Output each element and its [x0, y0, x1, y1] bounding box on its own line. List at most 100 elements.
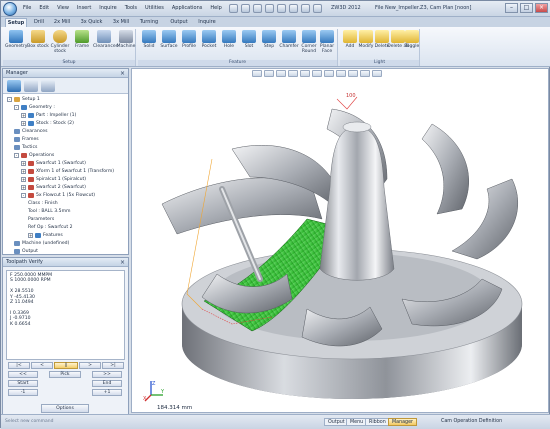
status-tab-output[interactable]: Output — [324, 418, 349, 426]
expand-icon[interactable]: + — [21, 168, 26, 174]
menu-edit[interactable]: Edit — [39, 5, 49, 11]
tree-item[interactable]: Frames — [14, 135, 39, 143]
tree-item[interactable]: Ref Op : Swarfcut 2 — [28, 223, 73, 231]
plus-one-button[interactable]: +1 — [92, 389, 122, 396]
tree-item[interactable]: Machine (undefined) — [14, 239, 69, 247]
hole-button[interactable]: Hole — [218, 30, 240, 58]
minus-one-button[interactable]: -1 — [8, 389, 38, 396]
toggle-button[interactable]: Toggle — [401, 30, 423, 58]
status-tab-ribbon[interactable]: Ribbon — [365, 418, 390, 426]
tree-item[interactable]: - 5x Flowcut 1 (5x Flowcut) — [21, 191, 95, 199]
tree-item[interactable]: Output — [14, 247, 38, 254]
start-button[interactable]: Start — [8, 380, 38, 387]
geometry-button[interactable]: Geometry — [5, 30, 27, 58]
tree-item[interactable]: Clearances — [14, 127, 48, 135]
new-file-icon[interactable] — [229, 4, 238, 13]
tab-output[interactable]: Output — [167, 18, 191, 27]
collapse-icon[interactable]: - — [21, 192, 26, 198]
exit-icon[interactable] — [313, 4, 322, 13]
chamfer-button[interactable]: Chamfer — [278, 30, 300, 58]
close-pane-icon[interactable]: × — [120, 69, 125, 78]
expand-icon[interactable]: + — [21, 184, 26, 190]
machine-button[interactable]: Machine — [115, 30, 137, 58]
open-file-icon[interactable] — [241, 4, 250, 13]
pick-button[interactable]: Pick — [49, 371, 81, 378]
status-tab-manager[interactable]: Manager — [388, 418, 418, 426]
profile-button[interactable]: Profile — [178, 30, 200, 58]
tree-item[interactable]: + Swarfcut 2 (Swarfcut) — [21, 183, 86, 191]
tree-item[interactable]: + Features — [28, 231, 63, 239]
solid-button[interactable]: Solid — [138, 30, 160, 58]
menu-inquire[interactable]: Inquire — [99, 5, 116, 11]
redo-icon[interactable] — [277, 4, 286, 13]
menu-utilities[interactable]: Utilities — [145, 5, 164, 11]
box-stock-button[interactable]: Box stock — [27, 30, 49, 58]
assembly-manager-icon[interactable] — [24, 80, 38, 92]
tree-item[interactable]: Tool : BALL 3.5mm — [28, 207, 71, 215]
expand-icon[interactable]: + — [21, 176, 26, 182]
close-button[interactable]: × — [535, 3, 548, 13]
tab-drill[interactable]: Drill — [29, 18, 49, 27]
end-button[interactable]: End — [92, 380, 122, 387]
expand-icon[interactable]: + — [21, 120, 26, 126]
tree-item[interactable]: Tactics — [14, 143, 37, 151]
expand-icon[interactable]: + — [21, 112, 26, 118]
tab-3x-quick[interactable]: 3x Quick — [78, 18, 105, 27]
tree-item[interactable]: + Part : Impeller (1) — [21, 111, 76, 119]
tree-item[interactable]: - Setup 1 — [7, 95, 40, 103]
close-verify-icon[interactable]: × — [120, 258, 125, 267]
tab-2x-mill[interactable]: 2x Mill — [51, 18, 73, 27]
last-step-button[interactable]: >| — [102, 362, 124, 369]
frame-button[interactable]: Frame — [71, 30, 93, 58]
step-button[interactable]: Step — [258, 30, 280, 58]
first-step-button[interactable]: |< — [8, 362, 30, 369]
settings-icon[interactable] — [289, 4, 298, 13]
menu-help[interactable]: Help — [210, 5, 221, 11]
expand-icon[interactable]: + — [28, 232, 33, 238]
status-tab-menu[interactable]: Menu — [346, 418, 368, 426]
slot-button[interactable]: Slot — [238, 30, 260, 58]
expand-icon[interactable]: + — [21, 160, 26, 166]
minimize-button[interactable]: – — [505, 3, 518, 13]
collapse-icon[interactable]: - — [7, 96, 12, 102]
pocket-button[interactable]: Pocket — [198, 30, 220, 58]
tree-item[interactable]: + Xform 1 of Swarfcut 1 (Transform) — [21, 167, 114, 175]
tab-3x-mill[interactable]: 3x Mill — [109, 18, 133, 27]
cam-manager-icon[interactable] — [41, 80, 55, 92]
tree-item[interactable]: Parameters — [28, 215, 54, 223]
step-back-button[interactable]: << — [8, 371, 38, 378]
planar-face-button[interactable]: Planar Face — [316, 30, 338, 58]
menu-view[interactable]: View — [57, 5, 69, 11]
cylinder-stock-button[interactable]: Cylinder stock — [49, 30, 71, 58]
surface-button[interactable]: Surface — [158, 30, 180, 58]
help-icon[interactable] — [301, 4, 310, 13]
tree-item[interactable]: + Stock : Stock (2) — [21, 119, 74, 127]
save-icon[interactable] — [253, 4, 262, 13]
options-button[interactable]: Options — [41, 404, 89, 413]
app-menu-button[interactable] — [3, 2, 17, 16]
tab-inquire[interactable]: Inquire — [195, 18, 219, 27]
tree-item[interactable]: + Swarfcut 1 (Swarfcut) — [21, 159, 86, 167]
menu-applications[interactable]: Applications — [172, 5, 203, 11]
menu-file[interactable]: File — [23, 5, 31, 11]
pause-button[interactable]: || — [54, 362, 78, 369]
menu-tools[interactable]: Tools — [125, 5, 137, 11]
prev-step-button[interactable]: < — [31, 362, 53, 369]
collapse-icon[interactable]: - — [14, 152, 19, 158]
tree-item[interactable]: Class : Finish — [28, 199, 58, 207]
next-step-button[interactable]: > — [79, 362, 101, 369]
tree-item[interactable]: - Operations — [14, 151, 54, 159]
clearances-button[interactable]: Clearances — [93, 30, 118, 58]
tree-item[interactable]: + Spiralcut 1 (Spiralcut) — [21, 175, 86, 183]
collapse-icon[interactable]: - — [14, 104, 19, 110]
undo-icon[interactable] — [265, 4, 274, 13]
menu-insert[interactable]: Insert — [77, 5, 91, 11]
graphics-viewport[interactable]: 100 — [131, 68, 549, 413]
maximize-button[interactable]: □ — [520, 3, 533, 13]
history-manager-icon[interactable] — [7, 80, 21, 92]
tree-item-label: Features — [43, 232, 63, 238]
tab-turning[interactable]: Turning — [136, 18, 162, 27]
tree-item[interactable]: - Geometry : — [14, 103, 55, 111]
tab-setup[interactable]: Setup — [5, 18, 27, 27]
step-forward-button[interactable]: >> — [92, 371, 122, 378]
